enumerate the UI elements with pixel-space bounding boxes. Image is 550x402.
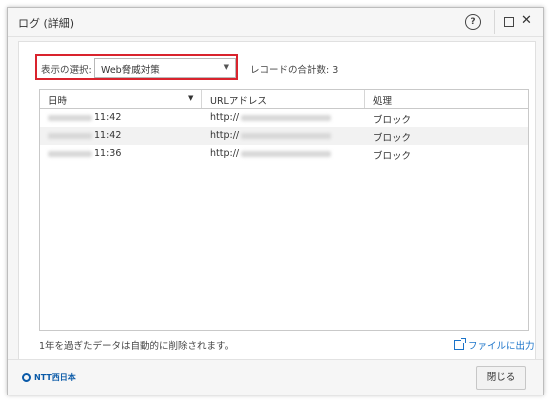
log-detail-window: ログ (詳細) ? ✕ 表示の選択: Web脅威対策 ▼ レコードの合計数: 3… [7, 7, 544, 395]
row-action: ブロック [373, 151, 412, 162]
footer-bar: NTT西日本 閉じる [8, 359, 543, 395]
row-url: http:// [210, 112, 332, 123]
title-bar: ログ (詳細) ? ✕ [8, 8, 543, 37]
table-row[interactable]: 11:36 http:// ブロック [40, 145, 528, 163]
content-panel: 表示の選択: Web脅威対策 ▼ レコードの合計数: 3 日時 ▼ URLアドレ… [18, 41, 536, 361]
column-header-action[interactable]: 処理 [373, 93, 392, 107]
auto-delete-notice: 1年を過ぎたデータは自動的に削除されます。 [39, 341, 235, 352]
table-header: 日時 ▼ URLアドレス 処理 [40, 90, 528, 109]
column-divider[interactable] [364, 90, 365, 108]
window-title: ログ (詳細) [18, 17, 75, 30]
filter-highlight-box: 表示の選択: Web脅威対策 ▼ [35, 54, 238, 80]
filter-label: 表示の選択: [41, 65, 92, 76]
row-datetime: 11:36 [48, 148, 121, 159]
external-link-icon [454, 338, 466, 350]
sort-down-icon[interactable]: ▼ [188, 94, 193, 102]
record-count: レコードの合計数: 3 [250, 65, 339, 76]
titlebar-divider [494, 10, 495, 34]
close-icon[interactable]: ✕ [521, 13, 532, 29]
ntt-logo: NTT西日本 [22, 372, 76, 383]
row-action: ブロック [373, 115, 412, 126]
question-icon[interactable]: ? [465, 14, 481, 30]
close-button[interactable]: 閉じる [476, 366, 526, 390]
row-url: http:// [210, 130, 332, 141]
table-row[interactable]: 11:42 http:// ブロック [40, 109, 528, 127]
maximize-icon[interactable] [504, 17, 514, 27]
row-url: http:// [210, 148, 332, 159]
row-datetime: 11:42 [48, 112, 121, 123]
export-to-file-link[interactable]: ファイルに出力 [454, 338, 535, 352]
column-header-url[interactable]: URLアドレス [210, 93, 267, 107]
filter-selected-value: Web脅威対策 [101, 65, 160, 76]
log-table: 日時 ▼ URLアドレス 処理 11:42 http:// ブロック 11:42… [39, 89, 529, 331]
filter-dropdown[interactable]: Web脅威対策 ▼ [94, 58, 236, 78]
row-datetime: 11:42 [48, 130, 121, 141]
chevron-down-icon: ▼ [223, 63, 229, 71]
row-action: ブロック [373, 133, 412, 144]
ntt-logo-icon [22, 373, 31, 382]
column-divider[interactable] [201, 90, 202, 108]
column-header-datetime[interactable]: 日時 [48, 93, 67, 107]
table-row[interactable]: 11:42 http:// ブロック [40, 127, 528, 145]
